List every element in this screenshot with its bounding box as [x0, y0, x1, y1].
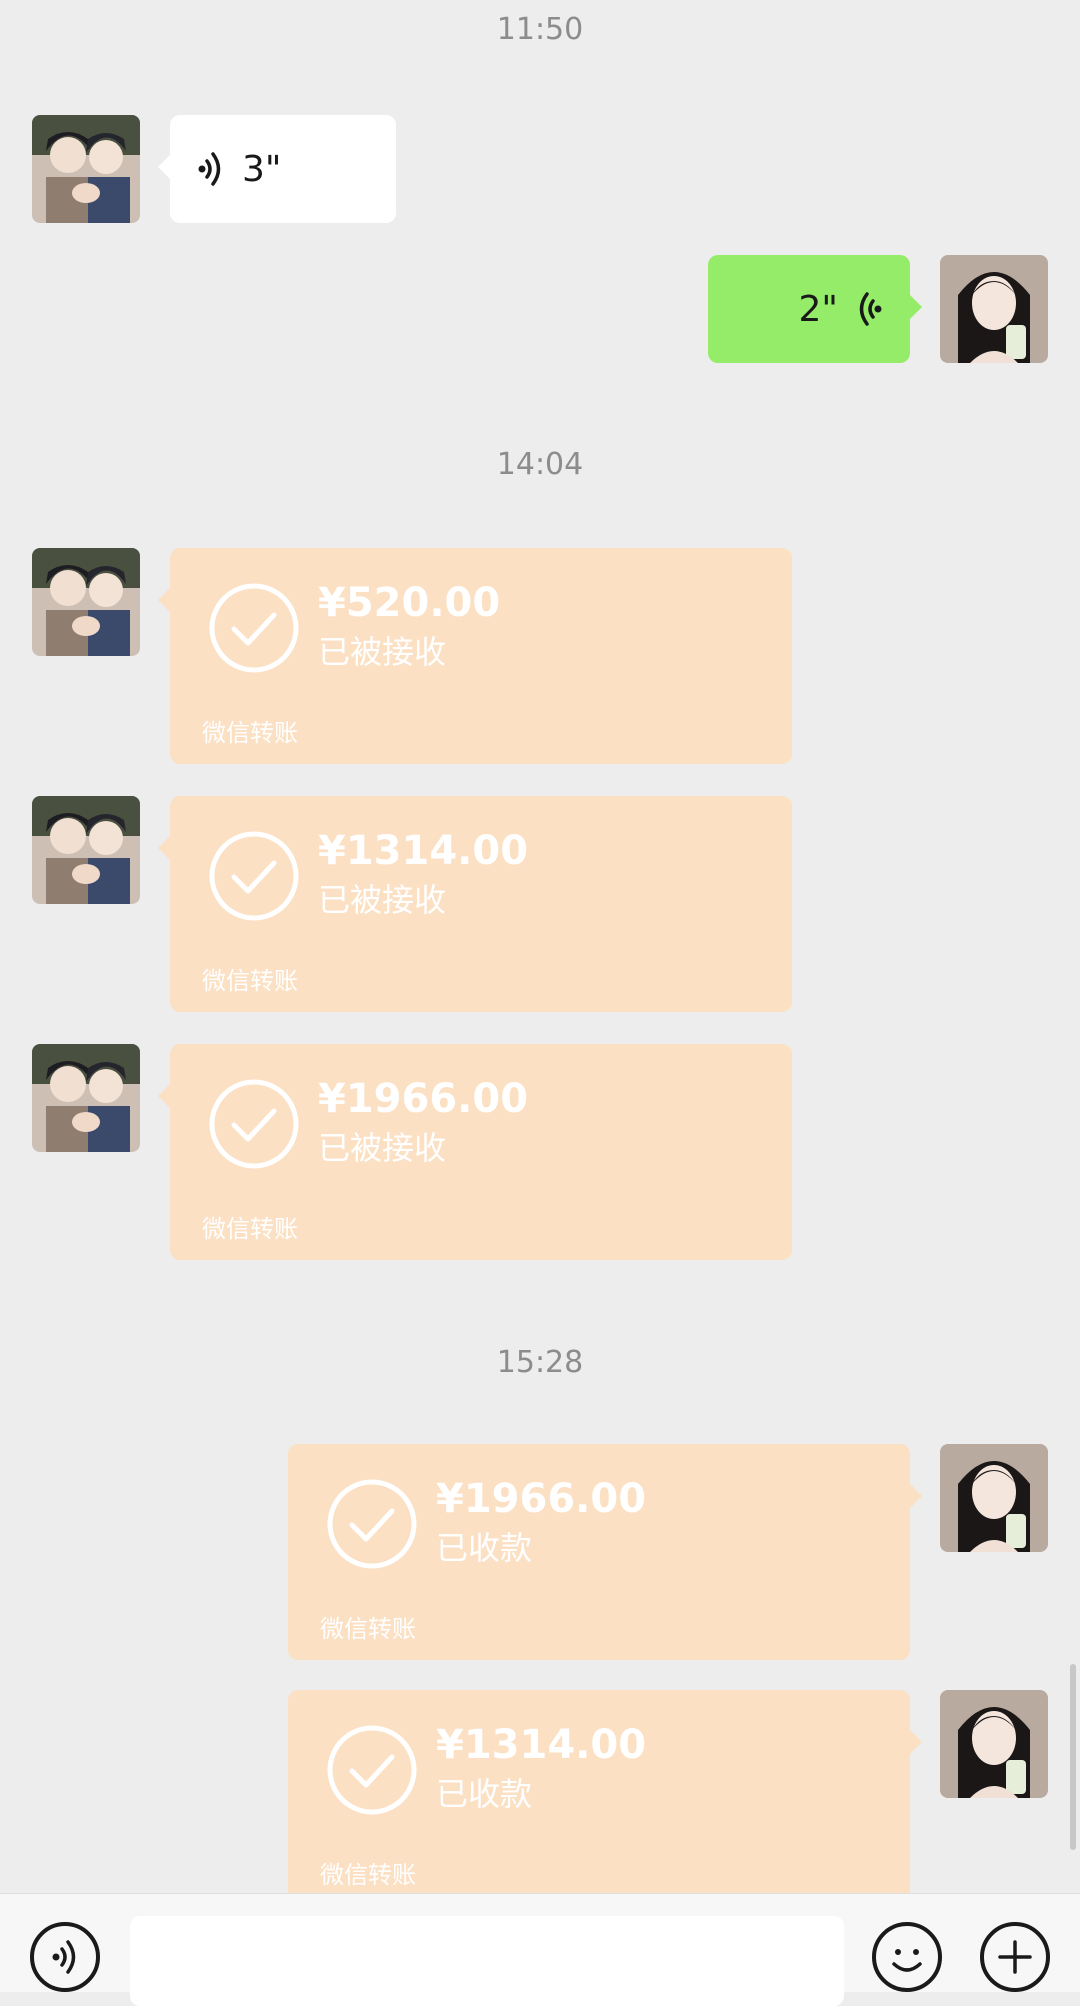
contact-avatar[interactable] [32, 548, 140, 656]
my-avatar[interactable] [940, 1444, 1048, 1552]
timestamp: 11:50 [496, 12, 584, 47]
emoji-button[interactable] [872, 1922, 942, 1992]
check-circle-icon [327, 1479, 417, 1569]
transfer-status: 已被接收 [318, 881, 447, 919]
voice-message-received[interactable]: 3" [158, 115, 396, 223]
transfer-status: 已收款 [436, 1775, 533, 1813]
voice-duration: 3" [242, 148, 282, 190]
voice-wave-icon [198, 152, 221, 186]
voice-input-button[interactable] [30, 1922, 100, 1992]
transfer-label: 微信转账 [320, 1861, 416, 1889]
voice-message-sent[interactable]: 2" [708, 255, 922, 363]
add-button[interactable] [980, 1922, 1050, 1992]
transfer-card[interactable]: ¥1314.00 已被接收 微信转账 [158, 796, 792, 1012]
add-icon [998, 1940, 1032, 1974]
check-circle-icon [209, 583, 299, 673]
voice-input-icon [52, 1940, 76, 1974]
message-input[interactable] [130, 1916, 844, 2006]
transfer-label: 微信转账 [202, 719, 298, 747]
transfer-label: 微信转账 [202, 967, 298, 995]
input-toolbar [0, 1893, 1080, 2006]
scrollbar[interactable] [1070, 1664, 1076, 1850]
transfer-card[interactable]: ¥1966.00 已收款 微信转账 [288, 1444, 922, 1660]
voice-duration: 2" [798, 288, 838, 330]
transfer-amount: ¥1314.00 [436, 1722, 647, 1768]
contact-avatar[interactable] [32, 115, 140, 223]
check-circle-icon [209, 1079, 299, 1169]
transfer-status: 已被接收 [318, 1129, 447, 1167]
emoji-icon [892, 1949, 922, 1972]
check-circle-icon [209, 831, 299, 921]
contact-avatar[interactable] [32, 796, 140, 904]
contact-avatar[interactable] [32, 1044, 140, 1152]
check-circle-icon [327, 1725, 417, 1815]
transfer-status: 已收款 [436, 1529, 533, 1567]
timestamp: 15:28 [496, 1345, 584, 1380]
transfer-amount: ¥1314.00 [318, 828, 529, 874]
transfer-card[interactable]: ¥520.00 已被接收 微信转账 [158, 548, 792, 764]
timestamp: 14:04 [496, 447, 584, 482]
transfer-label: 微信转账 [202, 1215, 298, 1243]
transfer-status: 已被接收 [318, 633, 447, 671]
transfer-card[interactable]: ¥1966.00 已被接收 微信转账 [158, 1044, 792, 1260]
transfer-amount: ¥1966.00 [436, 1476, 647, 1522]
my-avatar[interactable] [940, 255, 1048, 363]
transfer-label: 微信转账 [320, 1615, 416, 1643]
transfer-amount: ¥520.00 [318, 580, 501, 626]
transfer-card[interactable]: ¥1314.00 已收款 微信转账 [288, 1690, 922, 1906]
transfer-amount: ¥1966.00 [318, 1076, 529, 1122]
my-avatar[interactable] [940, 1690, 1048, 1798]
voice-wave-icon [859, 292, 882, 326]
